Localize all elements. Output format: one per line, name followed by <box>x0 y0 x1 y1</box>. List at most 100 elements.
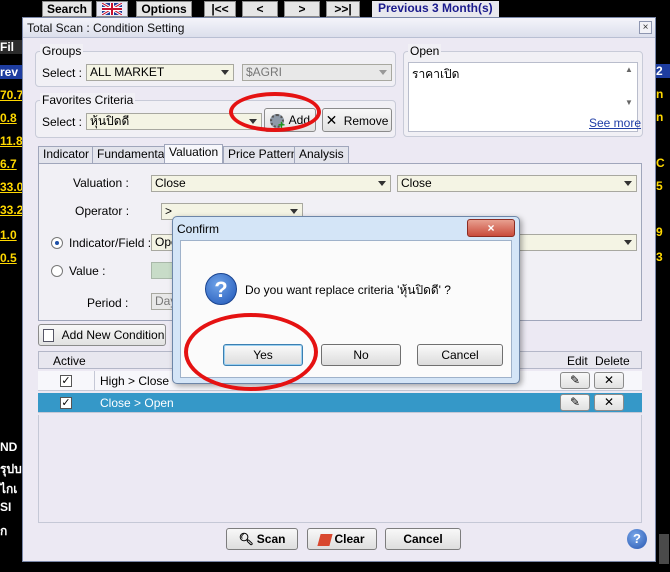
tab-price-pattern[interactable]: Price Pattern <box>223 146 303 163</box>
list-item[interactable]: 0.5 <box>0 251 22 265</box>
scan-label: Scan <box>256 532 286 546</box>
list-item[interactable]: 6.7 <box>0 157 22 171</box>
tab-analysis[interactable]: Analysis <box>294 146 349 163</box>
favorites-panel: Favorites Criteria Select : หุ้นปิดดี + … <box>35 93 396 138</box>
tab-fundamental[interactable]: Fundamental <box>92 146 173 163</box>
value-label: Value : <box>69 264 106 278</box>
open-description-text: ราคาเปิด <box>412 67 460 81</box>
delete-row-button[interactable]: ✕ <box>594 394 624 411</box>
edit-row-button[interactable]: ✎ <box>560 372 590 389</box>
highlight-oval-add <box>229 92 321 132</box>
valuation-right-value: Close <box>401 176 432 190</box>
valuation-right-select[interactable]: Close <box>397 175 637 192</box>
list-item: n <box>656 110 664 124</box>
condition-text: High > Close <box>100 374 170 388</box>
active-checkbox[interactable]: ✓ <box>60 397 72 409</box>
add-new-condition-label: Add New Condition <box>61 328 165 342</box>
background-ticker-list: Fil rev 70.7 0.8 11.8 6.7 33.0 33.2 1.0 … <box>0 38 22 558</box>
background-scrollbar[interactable] <box>659 534 669 564</box>
conditions-grid-body <box>38 415 642 523</box>
period-link[interactable]: Previous 3 Month(s) <box>372 1 499 17</box>
valuation-label: Valuation : <box>73 176 129 190</box>
prev-page-button[interactable]: < <box>242 1 278 17</box>
no-button[interactable]: No <box>321 344 401 366</box>
col-delete: Delete <box>595 354 630 368</box>
help-icon[interactable]: ? <box>627 529 647 549</box>
window-close-button[interactable]: × <box>639 21 652 34</box>
list-item: rev <box>0 65 22 79</box>
see-more-link[interactable]: See more <box>589 116 641 130</box>
list-item: 5 <box>656 179 663 193</box>
options-button[interactable]: Options <box>136 1 192 17</box>
groups-panel: Groups Select : ALL MARKET $AGRI <box>35 44 396 87</box>
list-item[interactable]: 11.8 <box>0 134 22 148</box>
list-item: 9 <box>656 225 663 239</box>
list-item: ไกเ <box>0 482 18 496</box>
scan-button[interactable]: 🔍︎ Scan <box>226 528 298 550</box>
last-page-button[interactable]: >>| <box>326 1 360 17</box>
remove-favorite-button[interactable]: ✕ Remove <box>322 108 392 132</box>
operator-value: > <box>165 204 173 218</box>
sector-select-value: $AGRI <box>246 65 283 79</box>
pencil-icon: ✎ <box>569 395 581 409</box>
flag-icon[interactable] <box>96 1 128 17</box>
delete-x-icon: ✕ <box>603 395 615 409</box>
col-active: Active <box>53 354 86 368</box>
close-icon: × <box>642 22 649 33</box>
tab-indicator[interactable]: Indicator <box>38 146 95 163</box>
description-scrollbar[interactable]: ▲ ▼ <box>623 65 635 113</box>
tab-valuation[interactable]: Valuation <box>164 144 224 164</box>
list-item: C <box>656 156 665 170</box>
market-select[interactable]: ALL MARKET <box>86 64 234 81</box>
list-item[interactable]: 33.2 <box>0 203 22 217</box>
delete-x-icon: ✕ <box>603 373 615 387</box>
chevron-down-icon <box>378 181 386 186</box>
chevron-down-icon <box>624 240 632 245</box>
valuation-left-select[interactable]: Close <box>151 175 391 192</box>
indicator-field-radio[interactable] <box>51 237 63 249</box>
operator-label: Operator : <box>75 204 130 218</box>
pencil-icon: ✎ <box>569 373 581 387</box>
cancel-button[interactable]: Cancel <box>385 528 461 550</box>
open-description-box[interactable]: ราคาเปิด ▲ ▼ See more <box>408 62 641 132</box>
list-item[interactable]: 70.7 <box>0 88 22 102</box>
scroll-down-icon[interactable]: ▼ <box>623 98 635 107</box>
delete-row-button[interactable]: ✕ <box>594 372 624 389</box>
highlight-oval-yes <box>184 313 318 391</box>
open-panel: Open ราคาเปิด ▲ ▼ See more <box>403 44 643 137</box>
list-item[interactable]: 0.8 <box>0 111 22 125</box>
clear-button[interactable]: Clear <box>307 528 377 550</box>
confirm-close-button[interactable]: × <box>467 219 515 237</box>
valuation-left-value: Close <box>155 176 186 190</box>
market-select-value: ALL MARKET <box>90 65 165 79</box>
document-add-icon <box>43 329 54 343</box>
favorites-select-label: Select : <box>42 115 83 129</box>
edit-row-button[interactable]: ✎ <box>560 394 590 411</box>
window-title: Total Scan : Condition Setting <box>23 18 655 38</box>
eraser-icon <box>317 533 334 546</box>
list-item: ก <box>0 524 8 538</box>
search-button[interactable]: Search <box>42 1 92 17</box>
chevron-down-icon <box>221 70 229 75</box>
list-item[interactable]: 33.0 <box>0 180 22 194</box>
list-item: n <box>656 87 664 101</box>
list-item: 3 <box>656 250 663 264</box>
scroll-up-icon[interactable]: ▲ <box>623 65 635 74</box>
favorites-legend: Favorites Criteria <box>40 93 136 107</box>
col-edit: Edit <box>567 354 588 368</box>
next-page-button[interactable]: > <box>284 1 320 17</box>
value-radio[interactable] <box>51 265 63 277</box>
indicator-field-label: Indicator/Field : <box>69 236 152 250</box>
sector-select[interactable]: $AGRI <box>242 64 392 81</box>
groups-legend: Groups <box>40 44 84 58</box>
list-item: SI <box>0 500 12 514</box>
confirm-cancel-button[interactable]: Cancel <box>417 344 503 366</box>
add-new-condition-button[interactable]: Add New Condition <box>38 324 166 346</box>
period-label: Period : <box>87 296 129 310</box>
first-page-button[interactable]: |<< <box>204 1 236 17</box>
list-item[interactable]: 1.0 <box>0 228 22 242</box>
confirm-title: Confirm <box>177 220 220 238</box>
open-legend: Open <box>408 44 442 58</box>
table-row[interactable]: ✓ Close > Open ✎ ✕ <box>38 393 642 413</box>
active-checkbox[interactable]: ✓ <box>60 375 72 387</box>
